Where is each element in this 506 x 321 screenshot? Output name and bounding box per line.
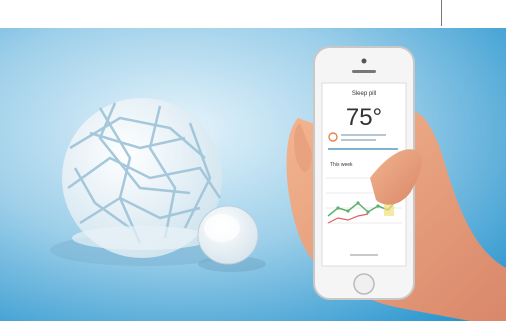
top-whitespace [0,0,506,28]
screen-section-label: This week [330,162,353,168]
screen-header: Sleep pill [352,91,376,97]
screen-temperature: 75° [346,104,382,131]
divider-line [441,0,442,26]
product-photo: Sleep pill 75° This week 68 [0,28,506,321]
